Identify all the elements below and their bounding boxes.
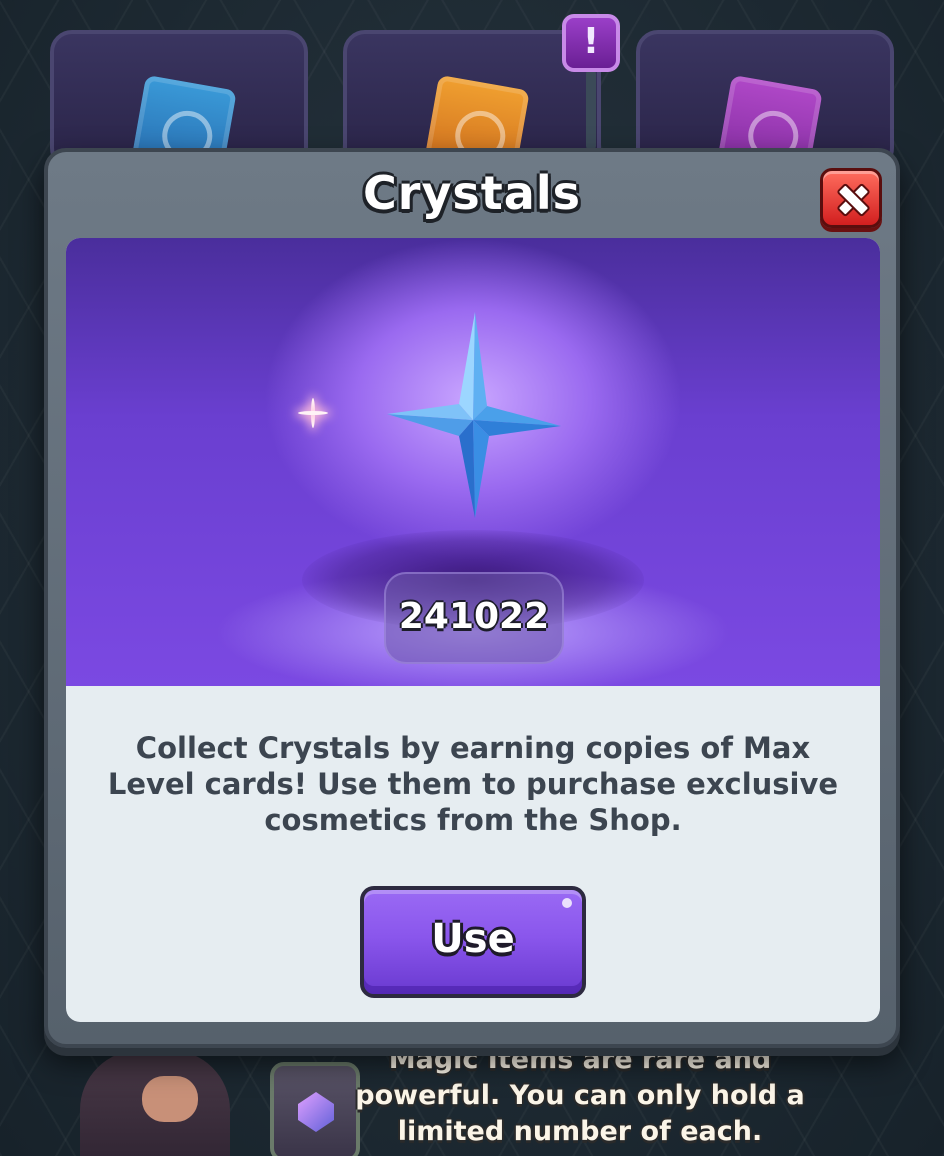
crystal-count: 241022	[384, 572, 564, 664]
use-button[interactable]: Use	[360, 886, 586, 998]
use-button-label: Use	[431, 916, 515, 962]
crystals-description: Collect Crystals by earning copies of Ma…	[107, 731, 839, 837]
magic-items-info-text: Magic Items are rare and powerful. You c…	[355, 1044, 805, 1147]
modal-panel: 241022 Collect Crystals by earning copie…	[66, 238, 880, 1022]
close-icon	[838, 185, 864, 211]
modal-title: Crystals	[363, 166, 581, 220]
alert-badge: !	[562, 14, 620, 72]
close-button[interactable]	[820, 168, 882, 228]
badge-connector	[586, 70, 596, 150]
character-illustration	[70, 1040, 360, 1156]
crystals-modal: Crystals 241022 Collect Crystals by earn…	[44, 148, 900, 1048]
crystal-icon	[387, 312, 561, 518]
crystal-hero: 241022	[66, 238, 880, 686]
character-hand	[142, 1076, 198, 1122]
sparkle-icon	[298, 398, 328, 428]
